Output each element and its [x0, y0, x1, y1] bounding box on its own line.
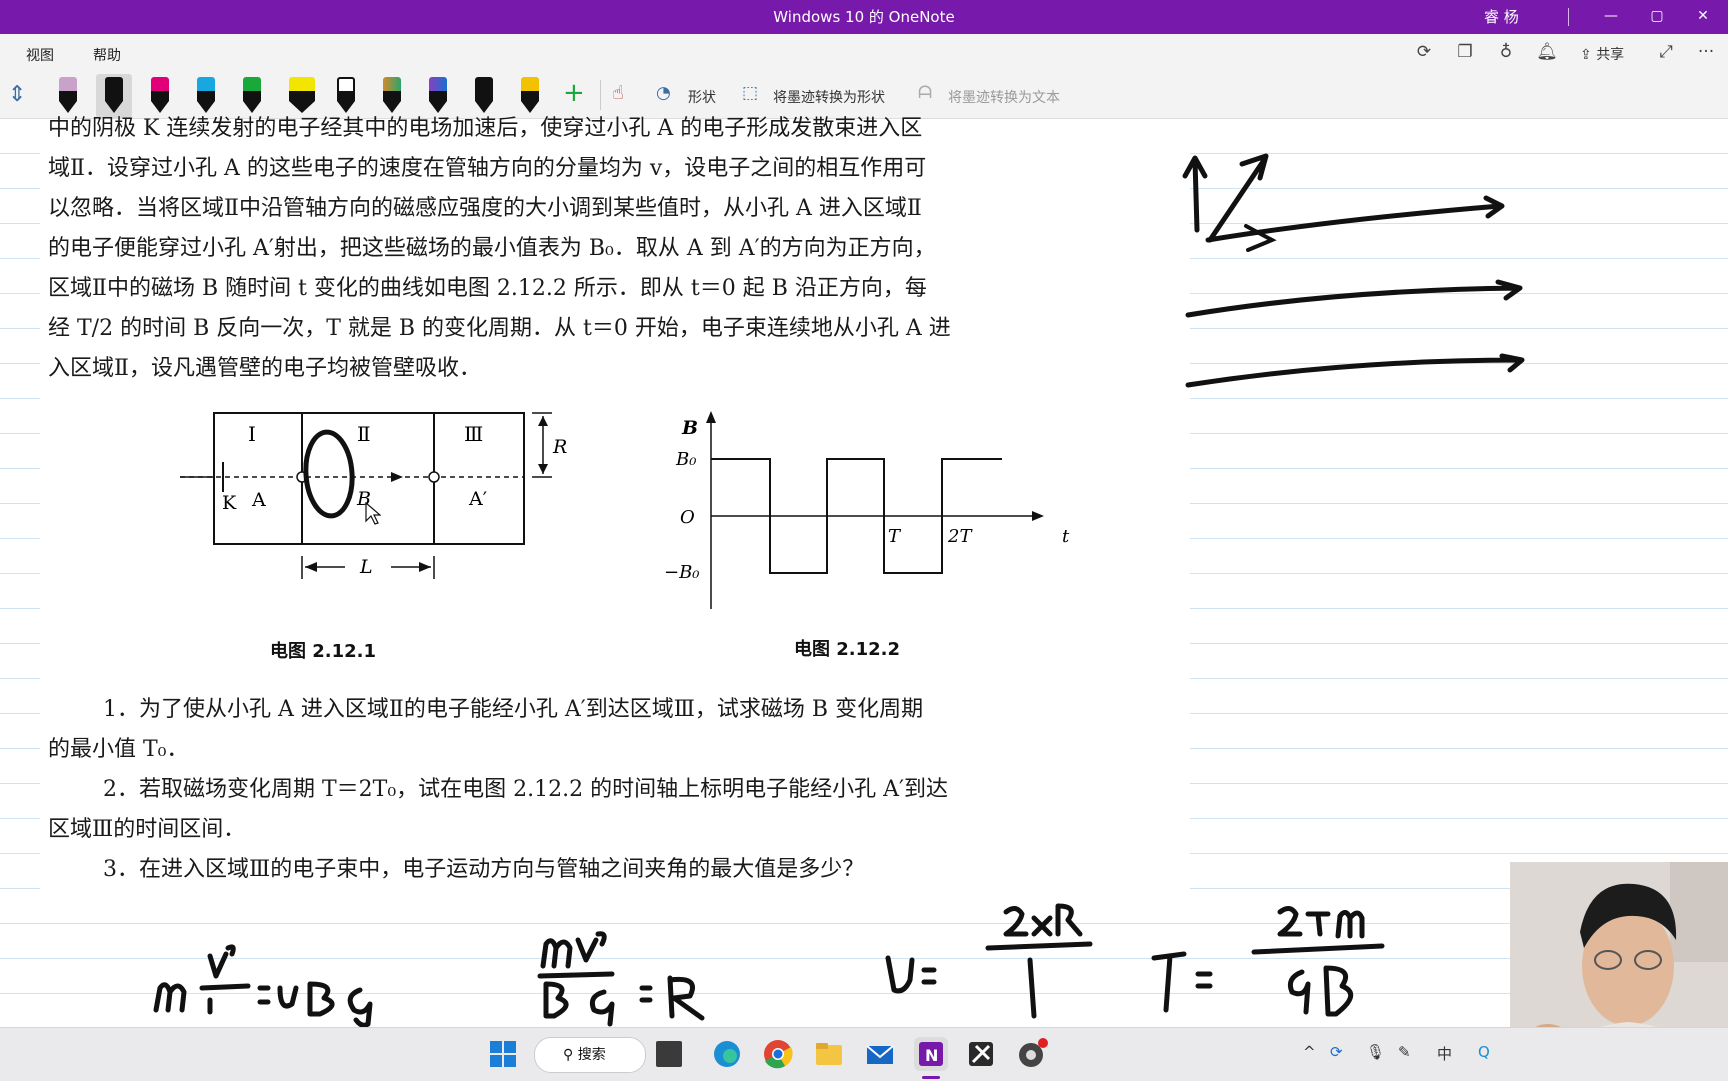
bell-icon[interactable]: 🔔︎ [1535, 42, 1559, 64]
minimize-button[interactable]: — [1588, 0, 1634, 34]
title-separator [1568, 8, 1569, 26]
windows-logo-icon [490, 1041, 516, 1067]
svg-text:N: N [925, 1046, 938, 1065]
pasted-problem-image[interactable]: 中的阴极 K 连续发射的电子经其中的电场加速后，使穿过小孔 A 的电子形成发散束… [40, 116, 1190, 894]
question-1-cont: 的最小值 T₀． [48, 737, 189, 762]
ink-to-text-button[interactable]: 将墨迹转换为文本 [948, 87, 1060, 107]
taskbar-search[interactable]: ⚲ 搜索 [534, 1037, 646, 1073]
fig2-origin-label: O [680, 507, 695, 528]
fig1-region-3: Ⅲ [464, 422, 483, 446]
tray-chevron-icon[interactable]: ^ [1303, 1043, 1316, 1061]
notebooks-icon[interactable]: ❐ [1453, 42, 1477, 64]
lightbulb-icon[interactable]: ♁ [1494, 42, 1518, 64]
start-button[interactable] [486, 1037, 520, 1071]
title-bar: Windows 10 的 OneNote 睿 杨 — ▢ ✕ [0, 0, 1728, 34]
question-2-cont: 区域Ⅲ的时间区间． [48, 817, 246, 842]
touch-draw-icon[interactable]: ☝ [612, 82, 624, 104]
fig1-label-l: L [359, 556, 373, 578]
ink-vector-sketch [1182, 153, 1525, 388]
menu-view[interactable]: 视图 [26, 45, 54, 65]
add-pen-icon[interactable]: + [563, 78, 585, 108]
fig1-label-r: R [552, 436, 567, 458]
ink-equations [153, 903, 1385, 1028]
shapes-button[interactable]: 形状 [688, 87, 716, 107]
maximize-button[interactable]: ▢ [1634, 0, 1680, 34]
share-icon: ⇪ [1580, 47, 1597, 63]
mouse-cursor [365, 502, 381, 525]
fig2-neg-b0-label: −B₀ [664, 562, 700, 583]
file-explorer-icon[interactable] [812, 1037, 846, 1071]
close-button[interactable]: ✕ [1680, 0, 1726, 34]
tray-sync-icon[interactable]: ⟳ [1330, 1043, 1343, 1061]
menu-bar: 视图 帮助 ⟳ ❐ ♁ 🔔︎ ⇪ 共享 ⤢ ··· [0, 34, 1728, 72]
problem-text: 中的阴极 K 连续发射的电子经其中的电场加速后，使穿过小孔 A 的电子形成发散束… [48, 116, 951, 381]
taskbar: ⚲ 搜索 N ^ ⟳ 🎙︎ ✎ 中 Q [0, 1027, 1728, 1081]
fig2-y-axis-label: B [681, 417, 698, 439]
window-title: Windows 10 的 OneNote [773, 8, 955, 26]
question-3: 3．在进入区域Ⅲ的电子束中，电子运动方向与管轴之间夹角的最大值是多少？ [103, 857, 865, 882]
figure-square-wave: B B₀ O −B₀ T 2T t [664, 411, 1070, 609]
more-button[interactable]: ··· [1694, 42, 1718, 64]
fig1-label-a: A [251, 489, 266, 511]
fig1-label-k: K [222, 492, 237, 514]
user-name[interactable]: 睿 杨 [1484, 0, 1519, 34]
ink-to-shape-button[interactable]: 将墨迹转换为形状 [773, 87, 885, 107]
fig2-caption: 电图 2.12.2 [794, 639, 901, 660]
fig1-caption: 电图 2.12.1 [270, 641, 377, 662]
edge-icon[interactable] [710, 1037, 744, 1071]
app-icon-recorder[interactable] [1015, 1037, 1049, 1071]
insert-space-icon[interactable]: ⇕ [8, 82, 26, 107]
ink-to-shape-icon: ⬚ [742, 83, 759, 103]
fig2-x-axis-label: t [1062, 526, 1070, 547]
share-button[interactable]: ⇪ 共享 [1580, 44, 1624, 64]
tray-app-icon[interactable]: Q [1478, 1043, 1490, 1061]
pen-menu-icon[interactable]: ✎ [1398, 1043, 1411, 1061]
mail-icon[interactable] [863, 1037, 897, 1071]
fig2-b0-label: B₀ [675, 449, 696, 470]
onenote-taskbar-icon[interactable]: N [914, 1037, 948, 1071]
fig2-2t-tick: 2T [947, 526, 973, 547]
figure-tube-diagram: Ⅰ Ⅱ Ⅲ K A B A′ R L [180, 412, 567, 579]
app-icon-puzzle[interactable] [964, 1037, 998, 1071]
search-icon: ⚲ [563, 1047, 578, 1063]
chrome-icon[interactable] [761, 1037, 795, 1071]
menu-help[interactable]: 帮助 [93, 45, 121, 65]
microphone-icon[interactable]: 🎙︎ [1366, 1043, 1385, 1061]
ink-to-text-icon: ᗩ [918, 83, 933, 103]
fig1-region-2: Ⅱ [357, 422, 371, 446]
toolbar-divider [600, 80, 601, 110]
fig1-region-1: Ⅰ [248, 422, 256, 446]
sync-icon[interactable]: ⟳ [1412, 42, 1436, 64]
question-2: 2．若取磁场变化周期 T＝2T₀，试在电图 2.12.2 的时间轴上标明电子能经… [103, 777, 948, 802]
fig1-label-a-prime: A′ [468, 488, 487, 510]
active-app-indicator [922, 1076, 940, 1079]
shapes-icon: ◔ [656, 83, 671, 103]
task-view-icon[interactable] [656, 1041, 682, 1067]
fig2-t-tick: T [888, 526, 902, 547]
question-1: 1．为了使从小孔 A 进入区域Ⅱ的电子能经小孔 A′到达区域Ⅲ，试求磁场 B 变… [103, 697, 924, 722]
fullscreen-icon[interactable]: ⤢ [1654, 42, 1678, 64]
ime-indicator[interactable]: 中 [1437, 1043, 1452, 1064]
